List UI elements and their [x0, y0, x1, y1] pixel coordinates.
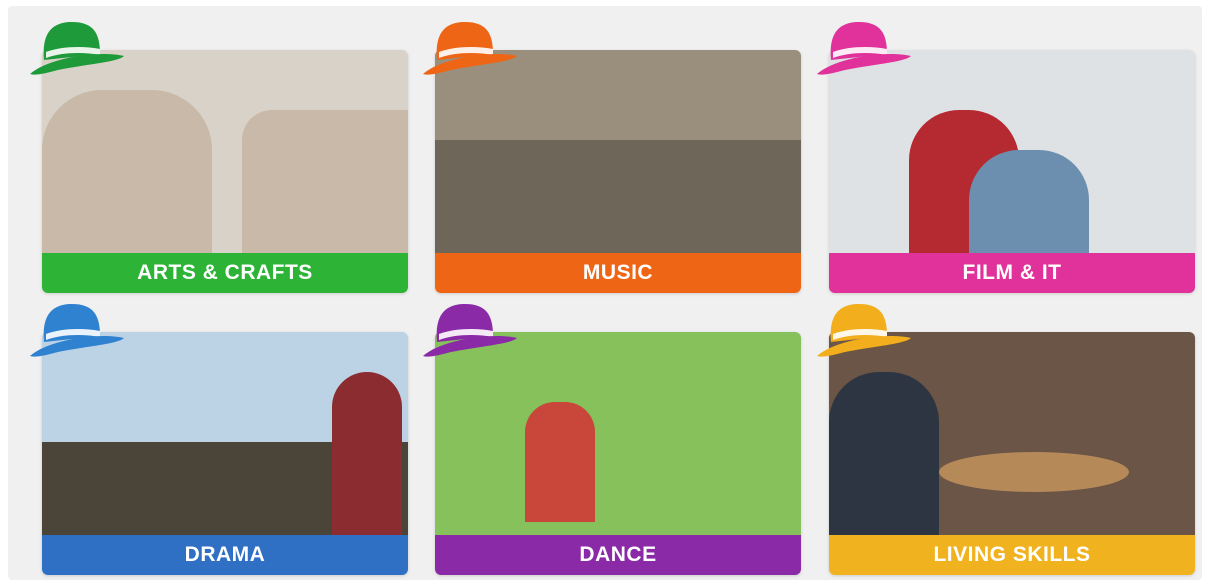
drama-photo	[42, 332, 408, 535]
hat-icon	[30, 304, 124, 357]
card-label: ARTS & CRAFTS	[42, 253, 408, 293]
dance-photo	[435, 332, 801, 535]
hat-icon	[423, 22, 517, 75]
film-it-photo	[829, 50, 1195, 253]
hat-icon	[817, 304, 911, 357]
card-dance[interactable]: DANCE	[435, 332, 801, 575]
card-film-it[interactable]: FILM & IT	[829, 50, 1195, 293]
living-skills-photo	[829, 332, 1195, 535]
card-living-skills[interactable]: LIVING SKILLS	[829, 332, 1195, 575]
card-music[interactable]: MUSIC	[435, 50, 801, 293]
music-photo	[435, 50, 801, 253]
card-label: MUSIC	[435, 253, 801, 293]
card-arts-crafts[interactable]: ARTS & CRAFTS	[42, 50, 408, 293]
arts-crafts-photo	[42, 50, 408, 253]
hat-icon	[817, 22, 911, 75]
hat-icon	[423, 304, 517, 357]
card-drama[interactable]: DRAMA	[42, 332, 408, 575]
card-label: DRAMA	[42, 535, 408, 575]
hat-icon	[30, 22, 124, 75]
card-label: LIVING SKILLS	[829, 535, 1195, 575]
card-label: FILM & IT	[829, 253, 1195, 293]
card-label: DANCE	[435, 535, 801, 575]
